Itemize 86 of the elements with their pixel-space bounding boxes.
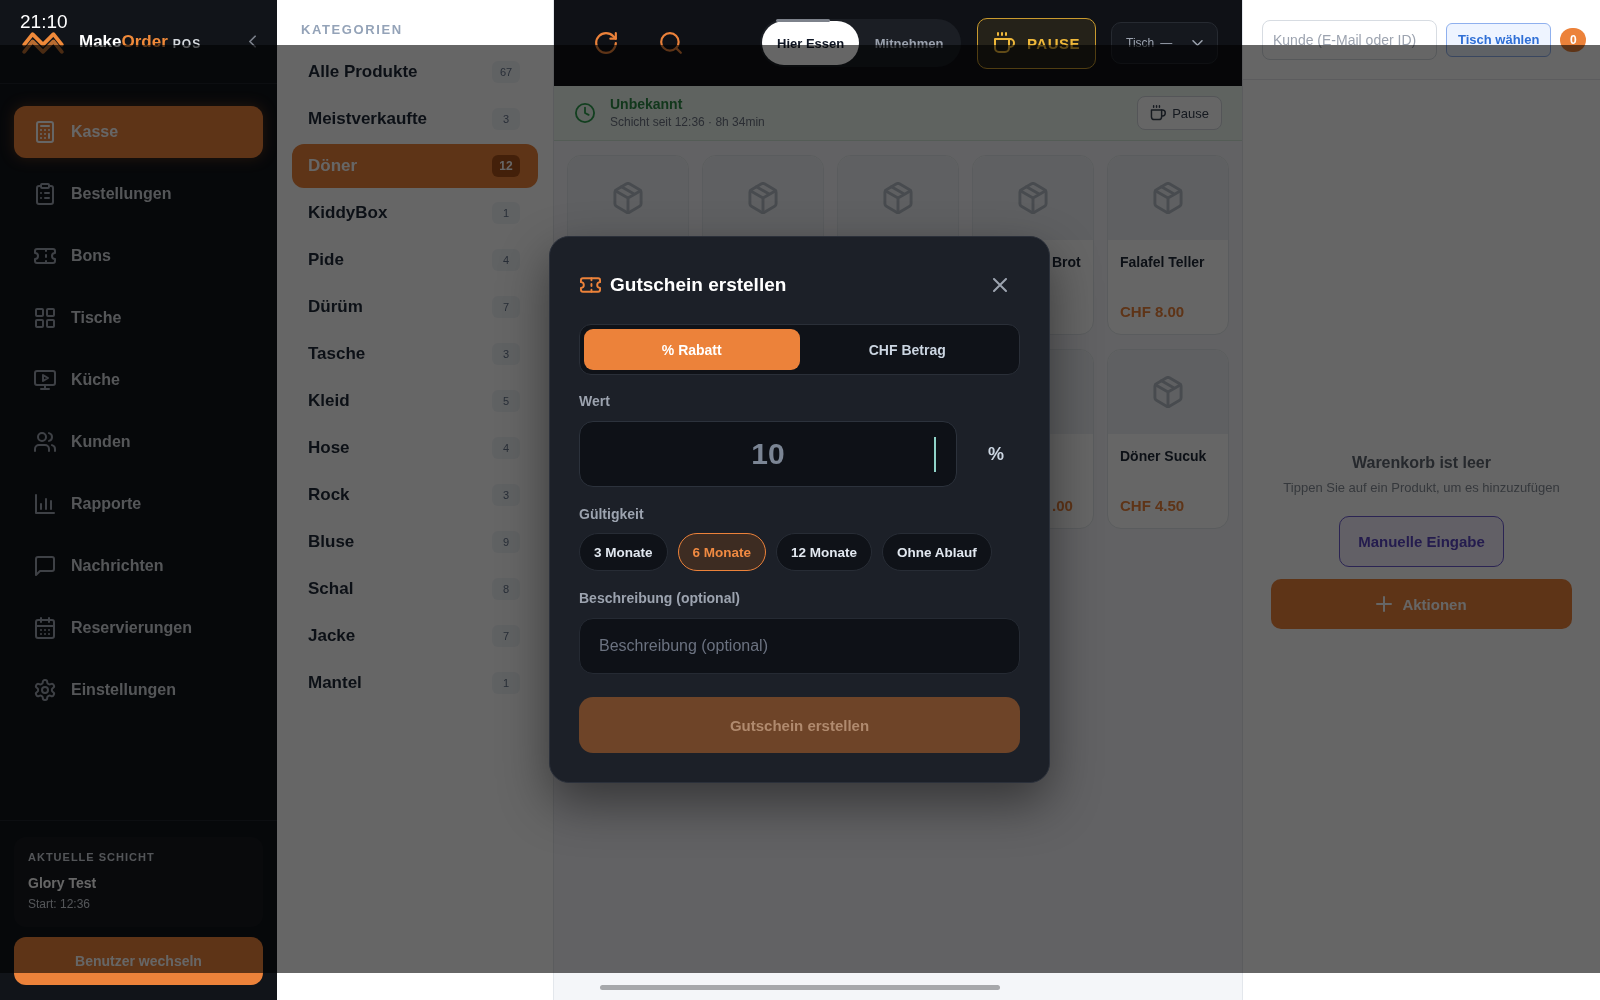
description-input[interactable]: Beschreibung (optional) <box>579 618 1020 674</box>
nav-item[interactable]: Kasse <box>14 106 263 158</box>
field-label: Gültigkeit <box>579 506 644 522</box>
category-item[interactable]: Pide 4 <box>292 238 538 282</box>
field-label: Wert <box>579 393 610 409</box>
category-item[interactable]: Meistverkaufte 3 <box>292 97 538 141</box>
value-input[interactable]: 10 <box>579 421 957 487</box>
message-icon <box>34 555 56 577</box>
order-type-tab[interactable]: Mitnehmen <box>859 21 959 65</box>
count-badge: 4 <box>492 249 520 271</box>
status-time: 21:10 <box>20 11 68 33</box>
calendar-icon <box>34 617 56 639</box>
logo-icon <box>22 30 64 55</box>
product-name: Brot <box>1052 253 1081 271</box>
chevron-left-icon[interactable] <box>249 35 256 48</box>
search-icon[interactable] <box>659 31 683 55</box>
calculator-icon <box>34 121 56 143</box>
empty-cart-title: Warenkorb ist leer <box>1352 453 1491 473</box>
count-badge: 67 <box>492 61 520 83</box>
nav-item[interactable]: Küche <box>14 354 263 406</box>
dialog-title: Gutschein erstellen <box>610 273 787 297</box>
shift-user: Unbekannt <box>610 96 683 113</box>
shift-start: Start: 12:36 <box>28 897 91 912</box>
actions-button[interactable]: Aktionen <box>1271 579 1572 629</box>
cup-icon <box>1150 105 1167 121</box>
table-button[interactable]: Tisch wählen <box>1446 22 1552 57</box>
users-icon <box>34 431 56 453</box>
shift-card-title: AKTUELLE SCHICHT <box>28 850 155 864</box>
validity-option[interactable]: 3 Monate <box>579 533 668 571</box>
bar-chart-icon <box>34 493 56 515</box>
close-icon[interactable] <box>993 278 1007 292</box>
product-card[interactable]: Falafel Teller CHF 8.00 <box>1107 155 1229 335</box>
product-price: CHF 8.00 <box>1120 303 1185 321</box>
clock-icon <box>575 103 595 123</box>
nav-item[interactable]: Einstellungen <box>14 664 263 716</box>
category-item[interactable]: Alle Produkte 67 <box>292 50 538 94</box>
nav-item[interactable]: Kunden <box>14 416 263 468</box>
cart-count-badge: 0 <box>1560 27 1587 52</box>
nav-item[interactable]: Nachrichten <box>14 540 263 592</box>
cup-icon <box>992 32 1015 54</box>
count-badge: 3 <box>492 108 520 130</box>
box-icon <box>747 182 779 214</box>
section-title: KATEGORIEN <box>301 22 403 37</box>
product-card[interactable]: Döner Sucuk CHF 4.50 <box>1107 349 1229 529</box>
ticket-icon <box>580 277 601 293</box>
nav-item[interactable]: Reservierungen <box>14 602 263 654</box>
nav-item[interactable]: Tische <box>14 292 263 344</box>
validity-option[interactable]: Ohne Ablauf <box>882 533 992 571</box>
chevron-down-icon <box>1192 40 1203 46</box>
nav-item[interactable]: Bestellungen <box>14 168 263 220</box>
monitor-icon <box>34 369 56 391</box>
pause-button[interactable]: Pause <box>1137 96 1222 130</box>
manual-entry-button[interactable]: Manuelle Eingabe <box>1339 516 1504 567</box>
table-select[interactable]: Tisch — <box>1111 22 1218 64</box>
box-icon <box>1152 376 1184 408</box>
product-price: CHF 4.50 <box>1120 497 1185 515</box>
settings-icon <box>34 679 56 701</box>
box-icon <box>1152 182 1184 214</box>
user-name: Glory Test <box>28 874 97 892</box>
text-cursor <box>934 437 936 472</box>
box-icon <box>612 182 644 214</box>
validity-option[interactable]: 6 Monate <box>677 533 767 571</box>
type-tab[interactable]: % Rabatt <box>584 329 800 370</box>
plus-icon <box>1376 596 1393 612</box>
product-price: .00 <box>1052 497 1073 515</box>
count-badge: 12 <box>492 155 520 177</box>
category-item[interactable]: Döner 12 <box>292 144 538 188</box>
nav-item[interactable]: Bons <box>14 230 263 282</box>
validity-option[interactable]: 12 Monate <box>776 533 873 571</box>
brand-suffix: POS <box>172 36 202 51</box>
nav-item[interactable]: Rapporte <box>14 478 263 530</box>
brand-name: MakeOrder <box>79 31 168 52</box>
unit-label: % <box>988 443 1004 465</box>
ticket-icon <box>34 245 56 267</box>
refresh-icon[interactable] <box>594 31 618 55</box>
product-name: Falafel Teller <box>1120 253 1205 271</box>
clipboard-icon <box>34 183 56 205</box>
indicator-bar <box>776 19 830 22</box>
product-name: Döner Sucuk <box>1120 447 1207 465</box>
customer-input[interactable]: Kunde (E-Mail oder ID) <box>1262 19 1437 60</box>
grid-icon <box>34 307 56 329</box>
type-tab[interactable]: CHF Betrag <box>799 329 1015 370</box>
switch-user-button[interactable]: Benutzer wechseln <box>14 937 263 985</box>
box-icon <box>882 182 914 214</box>
field-label: Beschreibung (optional) <box>579 590 740 606</box>
box-icon <box>1017 182 1049 214</box>
